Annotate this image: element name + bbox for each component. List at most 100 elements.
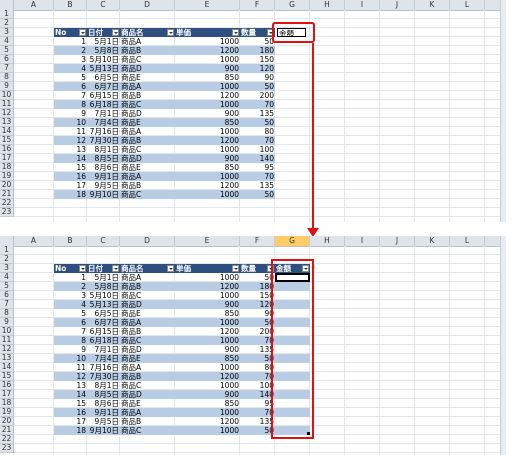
- table-cell[interactable]: 140: [240, 154, 275, 163]
- vertical-scrollbar[interactable]: [500, 236, 506, 455]
- column-header-H[interactable]: H: [310, 236, 345, 246]
- table-cell[interactable]: 商品A: [120, 37, 175, 46]
- table-cell[interactable]: 150: [240, 291, 275, 300]
- table-cell[interactable]: 900: [175, 64, 240, 73]
- table-cell[interactable]: 1000: [175, 172, 240, 181]
- table-cell[interactable]: 135: [240, 345, 275, 354]
- table-cell[interactable]: 6月18日: [87, 336, 120, 345]
- table-cell[interactable]: 50: [240, 37, 275, 46]
- table-cell[interactable]: 8: [54, 336, 87, 345]
- filter-dropdown-icon[interactable]: [79, 29, 86, 36]
- column-header-K[interactable]: K: [415, 0, 450, 10]
- table-cell[interactable]: 90: [240, 309, 275, 318]
- table-cell[interactable]: 900: [175, 154, 240, 163]
- table-cell[interactable]: 8月1日: [87, 381, 120, 390]
- filter-dropdown-icon[interactable]: [232, 265, 239, 272]
- table-cell[interactable]: 5月10日: [87, 291, 120, 300]
- table-cell[interactable]: 1000: [175, 318, 240, 327]
- table-cell[interactable]: 商品B: [120, 282, 175, 291]
- table-cell[interactable]: 120: [240, 64, 275, 73]
- table-cell[interactable]: 7月4日: [87, 118, 120, 127]
- table-cell[interactable]: 商品E: [120, 73, 175, 82]
- new-column-cell[interactable]: [275, 282, 310, 291]
- table-cell[interactable]: 6月18日: [87, 100, 120, 109]
- new-column-cell[interactable]: [275, 336, 310, 345]
- filter-dropdown-icon[interactable]: [232, 29, 239, 36]
- new-column-cell[interactable]: [275, 354, 310, 363]
- column-header-J[interactable]: J: [380, 236, 415, 246]
- table-cell[interactable]: 商品E: [120, 309, 175, 318]
- table-cell[interactable]: 18: [54, 190, 87, 199]
- fill-handle[interactable]: [307, 432, 310, 435]
- table-cell[interactable]: 16: [54, 408, 87, 417]
- table-cell[interactable]: 7月1日: [87, 345, 120, 354]
- table-cell[interactable]: 15: [54, 399, 87, 408]
- table-cell[interactable]: 商品D: [120, 390, 175, 399]
- table-cell[interactable]: 10: [54, 118, 87, 127]
- column-header-F[interactable]: F: [240, 0, 275, 10]
- column-header-G[interactable]: G: [275, 236, 310, 246]
- table-cell[interactable]: 850: [175, 118, 240, 127]
- table-cell[interactable]: 1000: [175, 127, 240, 136]
- table-header-2[interactable]: 商品名: [120, 264, 175, 273]
- table-cell[interactable]: 6: [54, 82, 87, 91]
- table-cell[interactable]: 6月5日: [87, 73, 120, 82]
- table-cell[interactable]: 1200: [175, 327, 240, 336]
- column-header-I[interactable]: I: [345, 0, 380, 10]
- table-cell[interactable]: 135: [240, 181, 275, 190]
- table-cell[interactable]: 商品B: [120, 372, 175, 381]
- table-cell[interactable]: 7月16日: [87, 127, 120, 136]
- new-column-cell[interactable]: [275, 372, 310, 381]
- table-cell[interactable]: 2: [54, 46, 87, 55]
- column-header-J[interactable]: J: [380, 0, 415, 10]
- table-cell[interactable]: 13: [54, 145, 87, 154]
- table-cell[interactable]: 商品C: [120, 55, 175, 64]
- column-header-G[interactable]: G: [275, 0, 310, 10]
- table-cell[interactable]: 9月1日: [87, 172, 120, 181]
- table-cell[interactable]: 12: [54, 372, 87, 381]
- table-cell[interactable]: 180: [240, 282, 275, 291]
- table-cell[interactable]: 15: [54, 163, 87, 172]
- table-cell[interactable]: 7月4日: [87, 354, 120, 363]
- filter-dropdown-icon[interactable]: [267, 265, 274, 272]
- table-header-0[interactable]: No: [54, 264, 87, 273]
- table-cell[interactable]: 1: [54, 37, 87, 46]
- filter-dropdown-icon[interactable]: [267, 29, 274, 36]
- table-cell[interactable]: 8月6日: [87, 399, 120, 408]
- table-cell[interactable]: 商品B: [120, 91, 175, 100]
- column-header-D[interactable]: D: [120, 0, 175, 10]
- table-cell[interactable]: 6: [54, 318, 87, 327]
- table-cell[interactable]: 1200: [175, 91, 240, 100]
- table-cell[interactable]: 商品C: [120, 100, 175, 109]
- row-header-23[interactable]: 23: [0, 208, 14, 217]
- new-column-cell[interactable]: [275, 327, 310, 336]
- table-cell[interactable]: 1000: [175, 82, 240, 91]
- table-cell[interactable]: 1000: [175, 408, 240, 417]
- table-cell[interactable]: 135: [240, 109, 275, 118]
- table-cell[interactable]: 6月7日: [87, 318, 120, 327]
- table-cell[interactable]: 5月1日: [87, 273, 120, 282]
- table-cell[interactable]: 5月8日: [87, 282, 120, 291]
- table-cell[interactable]: 135: [240, 417, 275, 426]
- table-cell[interactable]: 商品C: [120, 426, 175, 435]
- table-cell[interactable]: 120: [240, 300, 275, 309]
- smart-tag-icon[interactable]: ≡: [311, 266, 316, 271]
- new-column-cell[interactable]: [275, 318, 310, 327]
- table-cell[interactable]: 商品A: [120, 318, 175, 327]
- table-cell[interactable]: 14: [54, 154, 87, 163]
- table-cell[interactable]: 200: [240, 91, 275, 100]
- vertical-scrollbar[interactable]: [500, 0, 506, 222]
- table-cell[interactable]: 1000: [175, 100, 240, 109]
- table-cell[interactable]: 6月15日: [87, 327, 120, 336]
- table-header-2[interactable]: 商品名: [120, 28, 175, 37]
- table-cell[interactable]: 4: [54, 300, 87, 309]
- table-cell[interactable]: 5: [54, 309, 87, 318]
- table-cell[interactable]: 商品D: [120, 345, 175, 354]
- table-cell[interactable]: 8月1日: [87, 145, 120, 154]
- table-header-1[interactable]: 日付: [87, 264, 120, 273]
- table-cell[interactable]: 4: [54, 64, 87, 73]
- table-cell[interactable]: 95: [240, 399, 275, 408]
- table-cell[interactable]: 商品E: [120, 354, 175, 363]
- table-cell[interactable]: 9月10日: [87, 426, 120, 435]
- table-cell[interactable]: 商品D: [120, 109, 175, 118]
